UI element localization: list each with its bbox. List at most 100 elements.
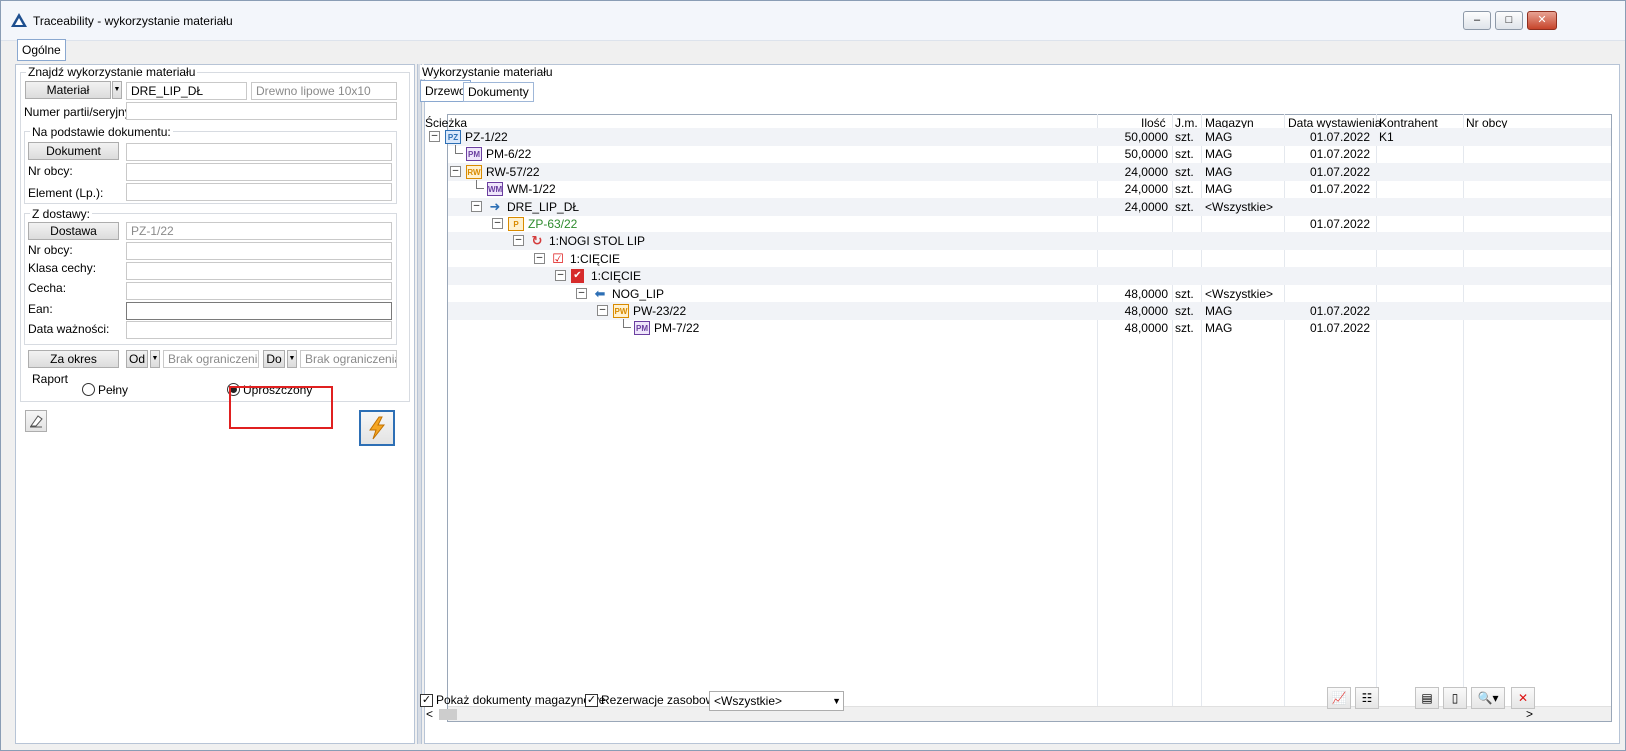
clear-eraser-icon[interactable]: [25, 410, 47, 432]
period-button[interactable]: Za okres: [28, 350, 119, 368]
expiry-field[interactable]: [126, 321, 392, 339]
tree-row[interactable]: – ☑ 1:CIĘCIE: [448, 250, 1611, 268]
to-date-field[interactable]: Brak ograniczenia: [300, 350, 397, 368]
row-date: 01.07.2022: [1309, 217, 1370, 231]
collapse-toggle-icon[interactable]: –: [471, 200, 482, 212]
expiry-label: Data ważności:: [28, 322, 110, 336]
collapse-toggle-icon[interactable]: –: [576, 287, 587, 299]
collapse-toggle-icon[interactable]: –: [513, 235, 524, 247]
to-button[interactable]: Do: [263, 350, 285, 368]
tree-view-icon[interactable]: ☷: [1355, 687, 1379, 709]
row-date: 01.07.2022: [1309, 147, 1370, 162]
ean-label: Ean:: [28, 302, 53, 316]
report-full-radio[interactable]: [82, 383, 95, 396]
from-date-field[interactable]: Brak ograniczenia: [163, 350, 259, 368]
row-unit: szt.: [1175, 164, 1194, 179]
report-group-title: Raport: [32, 372, 69, 386]
tree-row[interactable]: – RW RW-57/22 24,0000 szt. MAG 01.07.2022: [448, 162, 1611, 181]
p-document-icon: P: [508, 217, 524, 231]
usage-group-title: Wykorzystanie materiału: [420, 65, 555, 79]
ean-field[interactable]: [126, 302, 392, 320]
row-qty: 24,0000: [1124, 182, 1168, 197]
title-bar: Traceability - wykorzystanie materiału –…: [1, 1, 1625, 41]
batch-field[interactable]: [126, 102, 397, 120]
row-qty: 50,0000: [1124, 130, 1168, 144]
material-button[interactable]: Materiał: [25, 81, 111, 99]
collapse-toggle-icon[interactable]: –: [534, 252, 545, 264]
tree-row[interactable]: – P ZP-63/22 01.07.2022: [448, 215, 1611, 233]
doc-group-title: Na podstawie dokumentu:: [30, 125, 173, 139]
tree-row[interactable]: – ⬅ NOG_LIP 48,0000 szt. <Wszystkie>: [448, 285, 1611, 303]
tree-row[interactable]: PM PM-6/22 50,0000 szt. MAG 01.07.2022: [448, 145, 1611, 163]
tree-row[interactable]: – PZ PZ-1/22 50,0000 szt. MAG 01.07.2022 K1: [429, 128, 1611, 146]
chart-icon[interactable]: 📈: [1327, 687, 1351, 709]
row-warehouse: <Wszystkie>: [1205, 199, 1274, 214]
collapse-toggle-icon[interactable]: –: [429, 131, 440, 142]
row-warehouse: MAG: [1205, 147, 1233, 162]
doc-nr-field[interactable]: [126, 163, 392, 181]
tree-row[interactable]: – ➜ DRE_LIP_DŁ 24,0000 szt. <Wszystkie>: [448, 197, 1611, 216]
collapse-toggle-icon[interactable]: –: [492, 218, 503, 229]
scroll-left-icon[interactable]: <: [426, 705, 433, 723]
feature-label: Cecha:: [28, 281, 67, 295]
row-path: WM-1/22: [507, 182, 556, 197]
filter-select[interactable]: <Wszystkie> ▼: [709, 691, 844, 711]
maximize-button[interactable]: □: [1495, 11, 1523, 30]
material-name-field: Drewno lipowe 10x10: [251, 82, 397, 100]
document-button[interactable]: Dokument: [28, 142, 119, 160]
collapse-toggle-icon[interactable]: –: [555, 270, 566, 282]
material-code-field[interactable]: DRE_LIP_DŁ: [126, 82, 247, 100]
collapse-toggle-icon[interactable]: –: [450, 165, 461, 177]
material-dropdown-icon[interactable]: ▼: [112, 81, 122, 99]
tree-row[interactable]: PM PM-7/22 48,0000 szt. MAG 01.07.2022: [448, 319, 1611, 337]
from-dropdown-icon[interactable]: ▼: [150, 350, 160, 368]
row-path: 1:NOGI STOL LIP: [549, 234, 646, 249]
from-button[interactable]: Od: [126, 350, 148, 368]
row-qty: 24,0000: [1124, 199, 1168, 214]
feature-field[interactable]: [126, 282, 392, 300]
row-unit: szt.: [1175, 130, 1194, 144]
tree-line: [623, 319, 631, 329]
report-group: [24, 378, 397, 406]
close-x-icon[interactable]: ✕: [1511, 687, 1535, 709]
subtab-documents[interactable]: Dokumenty: [463, 82, 534, 102]
doc-nr-label: Nr obcy:: [28, 164, 73, 178]
search-icon[interactable]: 🔍▾: [1471, 687, 1505, 709]
class-field[interactable]: [126, 262, 392, 280]
tree-row[interactable]: WM WM-1/22 24,0000 szt. MAG 01.07.2022: [448, 180, 1611, 198]
show-docs-checkbox[interactable]: ✓: [420, 694, 433, 707]
close-button[interactable]: ✕: [1527, 11, 1557, 30]
tree-row[interactable]: – PW PW-23/22 48,0000 szt. MAG 01.07.2022: [448, 302, 1611, 320]
tab-general[interactable]: Ogólne: [17, 39, 66, 61]
to-dropdown-icon[interactable]: ▼: [287, 350, 297, 368]
row-qty: 48,0000: [1124, 304, 1168, 318]
supply-nr-field[interactable]: [126, 242, 392, 260]
tree-row[interactable]: – ↻ 1:NOGI STOL LIP: [448, 232, 1611, 251]
panel-splitter[interactable]: [417, 64, 422, 744]
row-qty: 50,0000: [1124, 147, 1168, 162]
scroll-thumb[interactable]: [439, 709, 457, 720]
check-filled-icon: ✔: [571, 269, 584, 284]
check-outline-icon: ☑: [552, 250, 564, 266]
pm-document-icon: PM: [466, 147, 482, 162]
run-lightning-icon[interactable]: [359, 410, 395, 446]
row-date: 01.07.2022: [1309, 321, 1370, 336]
document-icon[interactable]: ▯: [1443, 687, 1467, 709]
wm-document-icon: WM: [487, 182, 503, 197]
minimize-button[interactable]: –: [1463, 11, 1491, 30]
row-date: 01.07.2022: [1309, 164, 1370, 179]
row-unit: szt.: [1175, 147, 1194, 162]
element-field[interactable]: [126, 183, 392, 201]
export-icon[interactable]: ▤: [1415, 687, 1439, 709]
reservations-checkbox[interactable]: ✓: [585, 694, 598, 707]
row-unit: szt.: [1175, 199, 1194, 214]
supply-field[interactable]: PZ-1/22: [126, 222, 392, 240]
collapse-toggle-icon[interactable]: –: [597, 305, 608, 316]
document-field[interactable]: [126, 143, 392, 161]
reservations-label: Rezerwacje zasobowe: [601, 693, 722, 707]
supply-nr-label: Nr obcy:: [28, 243, 73, 257]
supply-button[interactable]: Dostawa: [28, 222, 119, 240]
tree-row[interactable]: – ✔ 1:CIĘCIE: [448, 267, 1611, 286]
search-panel: Znajdź wykorzystanie materiału Materiał …: [15, 64, 415, 744]
find-group-title: Znajdź wykorzystanie materiału: [26, 65, 198, 79]
